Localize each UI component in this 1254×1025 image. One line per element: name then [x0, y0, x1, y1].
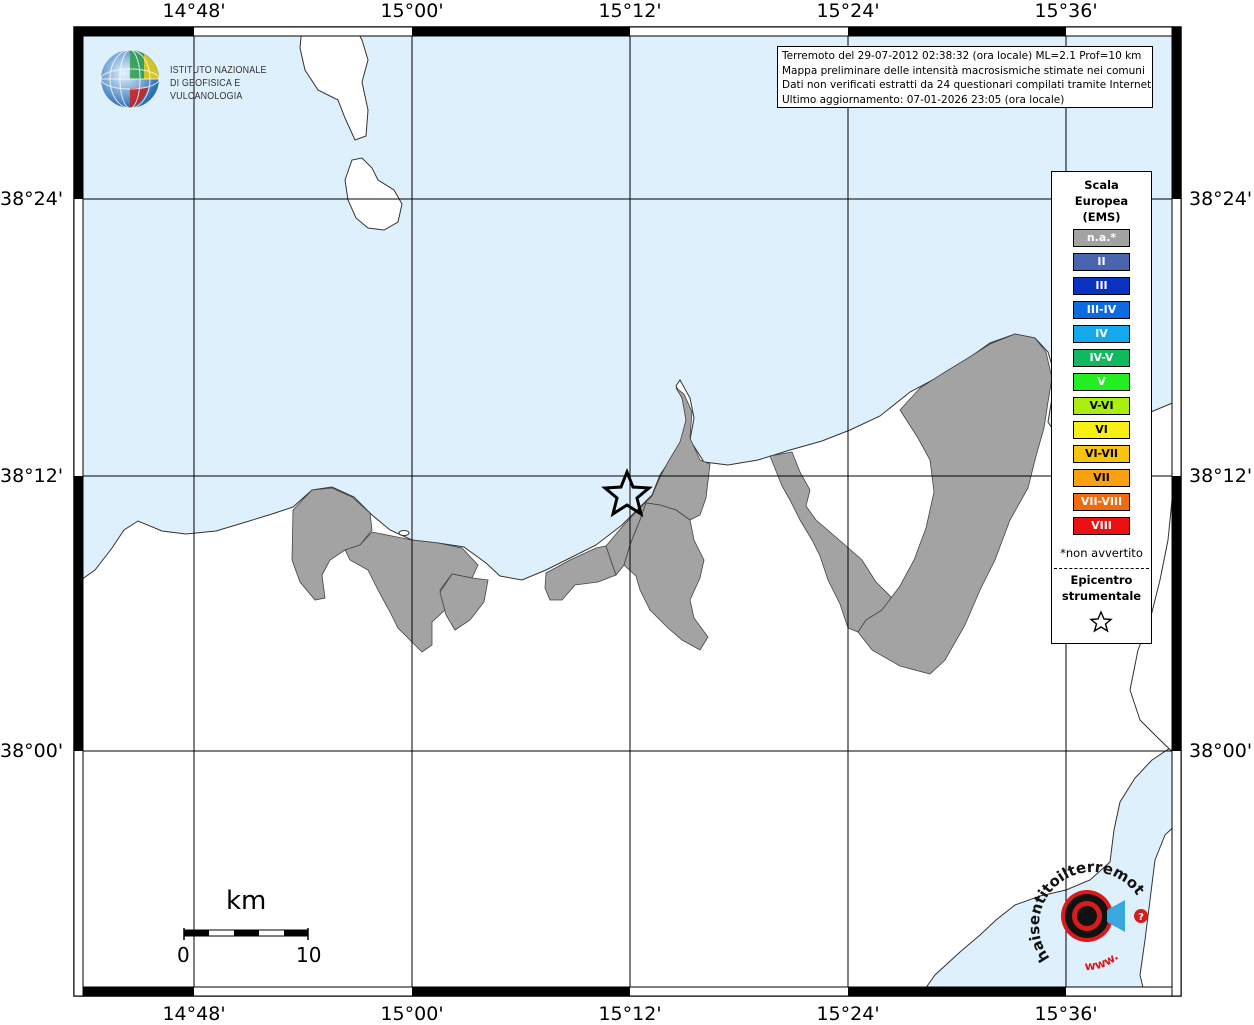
legend-epicenter-label: Epicentro strumentale [1052, 572, 1151, 604]
globe-icon [100, 49, 160, 109]
legend-item: IV-V [1073, 349, 1130, 367]
legend-epicenter-line-2: strumentale [1061, 589, 1142, 603]
lat-tick-left-3: 38°00' [0, 740, 64, 762]
lon-tick-top-4: 15°24' [816, 0, 880, 22]
svg-text:?: ? [1138, 912, 1144, 923]
islet [398, 530, 410, 536]
website-logo[interactable]: ? haisentitoilterremoto.it www. [1025, 858, 1155, 978]
event-info-line-4: Ultimo aggiornamento: 07-01-2026 23:05 (… [782, 93, 1065, 106]
ems-legend: Scala Europea (EMS) n.a.* II III III-IV IV IV… [1051, 171, 1152, 644]
lon-tick-top-3: 15°12' [598, 0, 662, 22]
legend-item: n.a.* [1073, 229, 1130, 247]
event-info-line-3: Dati non verificati estratti da 24 quest… [782, 79, 1153, 91]
legend-title-line-3: (EMS) [1082, 210, 1121, 224]
target-megaphone-icon: ? [1061, 890, 1148, 942]
lon-tick-bottom-2: 15°00' [380, 1003, 444, 1025]
legend-item: IV [1073, 325, 1130, 343]
lon-tick-top-1: 14°48' [162, 0, 226, 22]
lon-tick-top-5: 15°36' [1034, 0, 1098, 22]
legend-title-line-2: Europea [1074, 194, 1129, 208]
lon-tick-bottom-3: 15°12' [598, 1003, 662, 1025]
lat-tick-left-2: 38°12' [0, 465, 64, 487]
scale-bar-unit: km [226, 886, 267, 916]
event-info-line-1: Terremoto del 29-07-2012 02:38:32 (ora l… [782, 50, 1142, 62]
lon-tick-bottom-5: 15°36' [1034, 1003, 1098, 1025]
star-icon [1089, 610, 1113, 633]
ingv-logo: ISTITUTO NAZIONALE DI GEOFISICA E VULCAN… [100, 48, 340, 110]
institute-line-2: DI GEOFISICA E VULCANOLOGIA [170, 77, 243, 102]
legend-item: VII-VIII [1073, 493, 1130, 511]
lat-tick-right-2: 38°12' [1189, 465, 1253, 487]
institute-name: ISTITUTO NAZIONALE DI GEOFISICA E VULCAN… [170, 64, 315, 103]
lon-tick-top-2: 15°00' [380, 0, 444, 22]
legend-item: II [1073, 253, 1130, 271]
legend-separator [1054, 568, 1149, 569]
lon-tick-bottom-4: 15°24' [816, 1003, 880, 1025]
institute-line-1: ISTITUTO NAZIONALE [170, 64, 267, 76]
legend-item: VIII [1073, 517, 1130, 535]
scale-bar-max: 10 [296, 943, 322, 967]
legend-item: VI-VII [1073, 445, 1130, 463]
legend-note: *non avvertito [1060, 546, 1143, 560]
legend-title: Scala Europea (EMS) [1052, 177, 1151, 225]
legend-item: III [1073, 277, 1130, 295]
lat-tick-right-1: 38°24' [1189, 188, 1253, 210]
event-info-box: Terremoto del 29-07-2012 02:38:32 (ora l… [777, 46, 1153, 108]
website-logo-www: www. [1084, 949, 1121, 973]
legend-item: III-IV [1073, 301, 1130, 319]
legend-item: VI [1073, 421, 1130, 439]
legend-item: V [1073, 373, 1130, 391]
legend-item: VII [1073, 469, 1130, 487]
event-info-line-2: Mappa preliminare delle intensità macros… [782, 64, 1145, 77]
svg-text:www.: www. [1084, 949, 1121, 973]
legend-epicenter-line-1: Epicentro [1070, 573, 1133, 587]
lat-tick-right-3: 38°00' [1189, 740, 1253, 762]
legend-item: V-VI [1073, 397, 1130, 415]
lat-tick-left-1: 38°24' [0, 188, 64, 210]
lon-tick-bottom-1: 14°48' [162, 1003, 226, 1025]
scale-bar-min: 0 [177, 943, 190, 967]
legend-title-line-1: Scala [1084, 178, 1119, 192]
